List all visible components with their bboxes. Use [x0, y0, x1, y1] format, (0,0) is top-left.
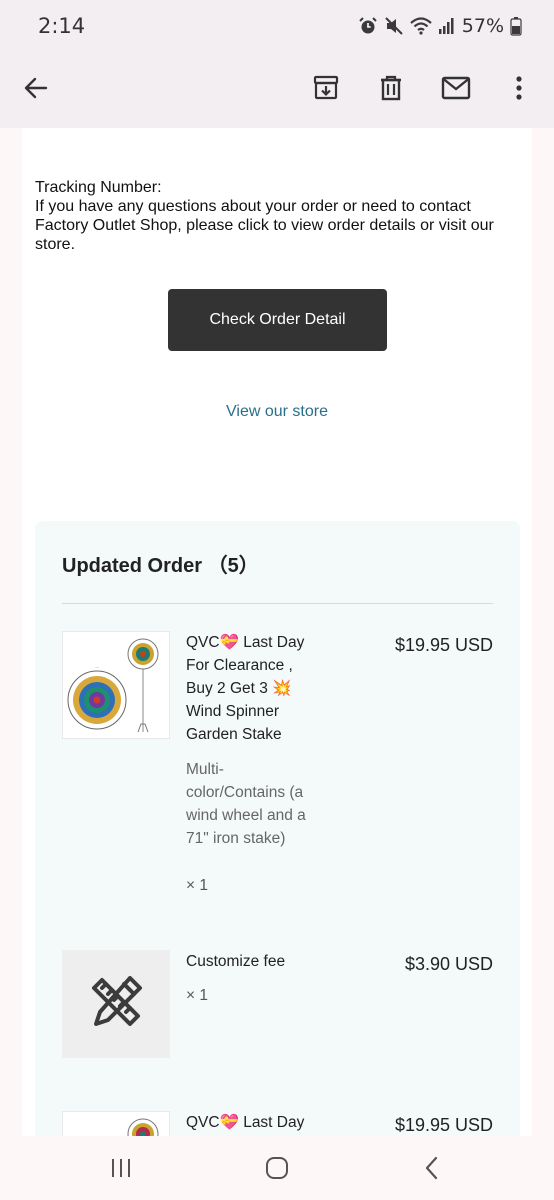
delete-icon[interactable] — [371, 68, 411, 108]
recent-apps-icon[interactable] — [99, 1148, 143, 1188]
item-name: QVC💝 Last Day For Clearance , Buy 2 Get … — [186, 634, 305, 743]
item-name: Customize fee — [186, 953, 286, 970]
order-item[interactable]: Customize fee × 1 $3.90 USD — [62, 950, 493, 1058]
back-nav-icon[interactable] — [410, 1148, 454, 1188]
item-quantity: × 1 — [186, 877, 208, 894]
tracking-label: Tracking Number: — [35, 179, 162, 196]
wifi-icon — [410, 16, 432, 36]
email-toolbar — [0, 52, 554, 128]
item-price: $19.95 USD — [394, 635, 493, 655]
order-divider — [62, 603, 493, 604]
view-store-link: View our store — [22, 403, 532, 421]
status-bar: 2:14 57% — [0, 0, 554, 52]
order-item[interactable]: — QVC💝 Last Day For Clearance , Buy 2 Ge… — [62, 631, 493, 901]
alarm-icon — [358, 16, 378, 36]
back-arrow-icon[interactable] — [16, 68, 56, 108]
design-tools-icon — [84, 970, 148, 1039]
system-nav-bar — [0, 1136, 554, 1200]
item-price: $3.90 USD — [404, 954, 493, 974]
wind-spinner-thumbnail[interactable]: — — [62, 631, 170, 739]
tracking-text: If you have any questions about your ord… — [35, 198, 494, 253]
mute-icon — [384, 16, 404, 36]
mark-unread-icon[interactable] — [436, 68, 476, 108]
view-store-link-text[interactable]: View our store — [226, 403, 328, 420]
status-time: 2:14 — [38, 14, 86, 38]
check-order-detail-button[interactable]: Check Order Detail — [168, 289, 387, 351]
status-icons: 57% — [358, 14, 522, 38]
archive-icon[interactable] — [306, 68, 346, 108]
more-vert-icon[interactable] — [499, 68, 539, 108]
battery-percent: 57% — [461, 15, 504, 37]
item-quantity: × 1 — [186, 987, 208, 1004]
order-title: Updated Order （5） — [62, 555, 259, 577]
wind-spinner-thumbnail[interactable] — [62, 1111, 170, 1136]
order-item[interactable]: QVC💝 Last Day $19.95 USD — [62, 1111, 493, 1136]
item-name: QVC💝 Last Day — [186, 1114, 305, 1131]
battery-icon — [510, 16, 522, 36]
home-icon[interactable] — [255, 1148, 299, 1188]
customize-fee-thumbnail[interactable] — [62, 950, 170, 1058]
signal-icon — [438, 16, 456, 36]
email-card: Tracking Number: If you have any questio… — [22, 128, 532, 1136]
item-price: $19.95 USD — [394, 1115, 493, 1135]
tracking-section: Tracking Number: If you have any questio… — [35, 178, 515, 254]
item-variant: Multi-color/Contains (a wind wheel and a… — [186, 761, 306, 847]
email-body: Tracking Number: If you have any questio… — [0, 128, 554, 1136]
svg-text:—: — — [95, 665, 99, 670]
updated-order-box: Updated Order （5） — QVC💝 Last Day For Cl… — [35, 521, 520, 1136]
